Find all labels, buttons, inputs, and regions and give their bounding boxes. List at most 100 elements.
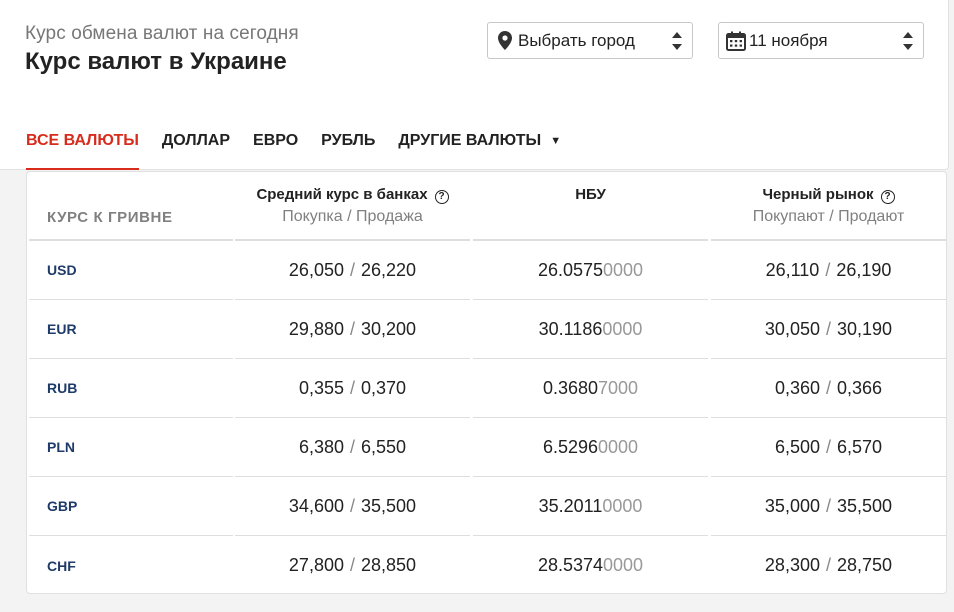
rate-separator: /: [825, 555, 831, 575]
currency-code[interactable]: PLN: [29, 418, 233, 477]
caret-down-icon: ▼: [550, 135, 562, 147]
rate-separator: /: [349, 259, 355, 280]
tab-other-currencies[interactable]: ДРУГИЕ ВАЛЮТЫ ▼: [398, 124, 561, 170]
table-row: USD 26,050/26,220 26.0575 0000 26,110/26,190: [27, 241, 946, 300]
bank-sell: 26,220: [361, 259, 417, 280]
table-row: RUB 0,355/0,370 0.3680 7000 0,360/0,366: [27, 359, 946, 418]
black-buy: 35,000: [764, 495, 820, 516]
rate-separator: /: [349, 436, 355, 457]
currency-code[interactable]: EUR: [29, 300, 233, 359]
bank-rate-cell: 26,050/ 26,220: [235, 241, 470, 300]
bank-rate-cell: 0,355/ 0,370: [235, 359, 470, 418]
bank-buy: 0,355: [298, 377, 344, 398]
currency-code[interactable]: CHF: [29, 536, 233, 593]
black-buy: 6,500: [774, 436, 820, 457]
bank-buy: 26,050: [288, 259, 344, 280]
bank-rate-cell: 34,600/ 35,500: [235, 477, 470, 536]
help-icon[interactable]: ?: [880, 190, 895, 204]
black-sell: 30,190: [837, 318, 893, 339]
date-select[interactable]: 11 ноября: [718, 22, 924, 59]
currency-code[interactable]: USD: [29, 241, 233, 300]
nbu-rate-tail: 0000: [602, 495, 643, 516]
black-market-cell: 0,360/ 0,366: [711, 359, 946, 418]
bank-rate-cell: 6,380/ 6,550: [235, 418, 470, 477]
black-market-cell: 30,050/ 30,190: [711, 300, 946, 359]
black-sell: 28,750: [837, 555, 893, 575]
date-select-value: 11 ноября: [749, 30, 828, 50]
table-row: GBP 34,600/35,500 35.2011 0000 35,000/35,500: [27, 477, 946, 536]
nbu-rate-main: 26.0575: [537, 259, 604, 280]
black-buy: 0,360: [774, 377, 820, 398]
calendar-icon: [725, 30, 747, 52]
rate-separator: /: [825, 377, 831, 398]
tab-dollar[interactable]: ДОЛЛАР: [162, 124, 230, 170]
header-panel: Курс обмена валют на сегодня Курс валют …: [0, 0, 949, 170]
nbu-rate-main: 35.2011: [538, 495, 603, 516]
tab-all-currencies[interactable]: ВСЕ ВАЛЮТЫ: [26, 124, 139, 170]
nbu-rate-cell: 0.3680 7000: [473, 359, 708, 418]
bank-rate-cell: 27,800/ 28,850: [235, 536, 470, 593]
header-nbu: НБУ: [473, 172, 708, 241]
nbu-rate-tail: 0000: [598, 436, 639, 457]
nbu-rate-cell: 30.1186 0000: [473, 300, 708, 359]
nbu-rate-cell: 35.2011 0000: [473, 477, 708, 536]
bank-sell: 28,850: [361, 555, 417, 575]
header-bank-title: Средний курс в банках: [256, 186, 428, 203]
rate-separator: /: [825, 495, 831, 516]
black-market-cell: 35,000/ 35,500: [711, 477, 946, 536]
bank-buy: 34,600: [288, 495, 344, 516]
header-currency-label: КУРС К ГРИВНЕ: [47, 209, 173, 226]
bank-sell: 6,550: [361, 436, 407, 457]
black-sell: 0,366: [837, 377, 883, 398]
table-row: EUR 29,880/30,200 30.1186 0000 30,050/30,190: [27, 300, 946, 359]
rate-separator: /: [349, 318, 355, 339]
map-pin-icon: [494, 30, 516, 52]
tab-euro[interactable]: ЕВРО: [253, 124, 298, 170]
bank-sell: 30,200: [361, 318, 417, 339]
bank-rate-cell: 29,880/ 30,200: [235, 300, 470, 359]
nbu-rate-tail: 7000: [598, 377, 639, 398]
bank-buy: 6,380: [298, 436, 344, 457]
city-select[interactable]: Выбрать город: [487, 22, 693, 59]
city-select-value: Выбрать город: [518, 30, 635, 50]
bank-buy: 29,880: [288, 318, 344, 339]
header-black-sub: Покупают / Продают: [752, 208, 905, 225]
header-bank-rate: Средний курс в банках? Покупка / Продажа: [235, 172, 470, 241]
table-row: CHF 27,800/28,850 28.5374 0000 28,300/28,750: [27, 536, 946, 593]
currency-code[interactable]: RUB: [29, 359, 233, 418]
header-black-market: Черный рынок? Покупают / Продают: [711, 172, 946, 241]
table-row: PLN 6,380/6,550 6.5296 0000 6,500/6,570: [27, 418, 946, 477]
nbu-rate-main: 30.1186: [538, 318, 603, 339]
nbu-rate-tail: 0000: [602, 318, 643, 339]
black-market-cell: 6,500/ 6,570: [711, 418, 946, 477]
page-title: Курс валют в Украине: [25, 48, 287, 75]
page-subtitle: Курс обмена валют на сегодня: [25, 23, 299, 44]
black-buy: 30,050: [764, 318, 820, 339]
help-icon[interactable]: ?: [434, 190, 449, 204]
header-nbu-title: НБУ: [575, 186, 606, 203]
nbu-rate-cell: 6.5296 0000: [473, 418, 708, 477]
rate-separator: /: [349, 555, 355, 575]
rate-separator: /: [349, 377, 355, 398]
tab-ruble[interactable]: РУБЛЬ: [321, 124, 375, 170]
select-arrows-icon: [897, 23, 919, 58]
nbu-rate-cell: 26.0575 0000: [473, 241, 708, 300]
bank-buy: 27,800: [288, 555, 344, 575]
rate-separator: /: [825, 318, 831, 339]
rates-table: КУРС К ГРИВНЕ Средний курс в банках? Пок…: [26, 171, 947, 594]
nbu-rate-main: 6.5296: [542, 436, 598, 457]
rate-separator: /: [825, 436, 831, 457]
rate-separator: /: [825, 259, 831, 280]
rate-separator: /: [349, 495, 355, 516]
black-market-cell: 26,110/26,190: [711, 241, 946, 300]
table-header: КУРС К ГРИВНЕ Средний курс в банках? Пок…: [27, 172, 946, 241]
black-buy: 28,300: [764, 555, 820, 575]
bank-sell: 0,370: [361, 377, 407, 398]
nbu-rate-tail: 0000: [603, 555, 644, 575]
black-sell: 6,570: [837, 436, 883, 457]
header-currency: КУРС К ГРИВНЕ: [29, 172, 233, 241]
nbu-rate-cell: 28.5374 0000: [473, 536, 708, 593]
currency-code[interactable]: GBP: [29, 477, 233, 536]
nbu-rate-main: 28.5374: [537, 555, 604, 575]
header-black-title: Черный рынок: [762, 186, 874, 203]
